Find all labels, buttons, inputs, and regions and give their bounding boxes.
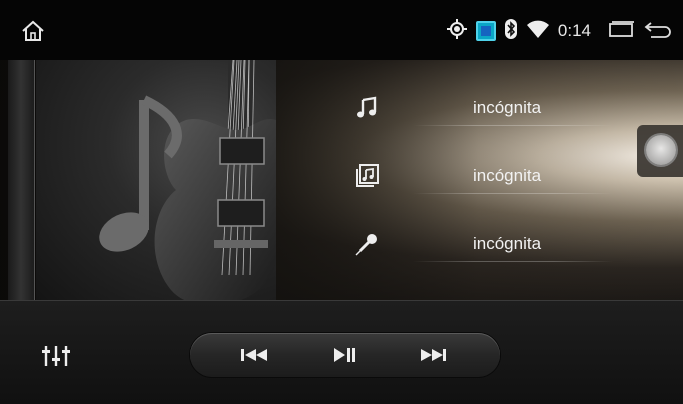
track-title-row: incógnita (355, 88, 615, 128)
next-icon (421, 349, 446, 361)
playback-controls (0, 300, 683, 404)
transport-bar (190, 333, 500, 377)
microphone-icon (355, 232, 379, 256)
play-pause-icon (334, 348, 355, 362)
previous-icon (241, 349, 267, 361)
status-bar: 0:14 (0, 0, 683, 60)
equalizer-icon[interactable] (42, 345, 72, 367)
back-icon[interactable] (643, 19, 673, 44)
gps-icon (446, 18, 468, 45)
album-icon (355, 164, 379, 188)
album-cover-edge (8, 60, 35, 300)
album-art (36, 60, 276, 300)
divider (413, 193, 613, 194)
floating-assist-button[interactable] (637, 125, 683, 177)
play-pause-button[interactable] (328, 345, 362, 365)
recent-apps-icon[interactable] (607, 19, 635, 44)
home-icon[interactable] (20, 18, 46, 44)
wifi-icon (526, 19, 550, 44)
status-icons: 0:14 (446, 18, 673, 44)
now-playing-panel: incógnita incógnita incógnita (0, 60, 683, 300)
artist-row: incógnita (355, 224, 615, 264)
navigation-app-icon (475, 21, 496, 41)
divider (413, 125, 613, 126)
next-button[interactable] (416, 345, 450, 365)
bluetooth-icon (504, 18, 518, 45)
music-note-icon (355, 96, 379, 120)
artist-name: incógnita (473, 234, 542, 253)
track-title: incógnita (473, 98, 542, 117)
assist-knob-icon (646, 135, 676, 165)
album-name: incógnita (473, 166, 542, 185)
divider (413, 261, 613, 262)
clock: 0:14 (557, 21, 591, 40)
previous-button[interactable] (238, 345, 272, 365)
album-row: incógnita (355, 156, 615, 196)
